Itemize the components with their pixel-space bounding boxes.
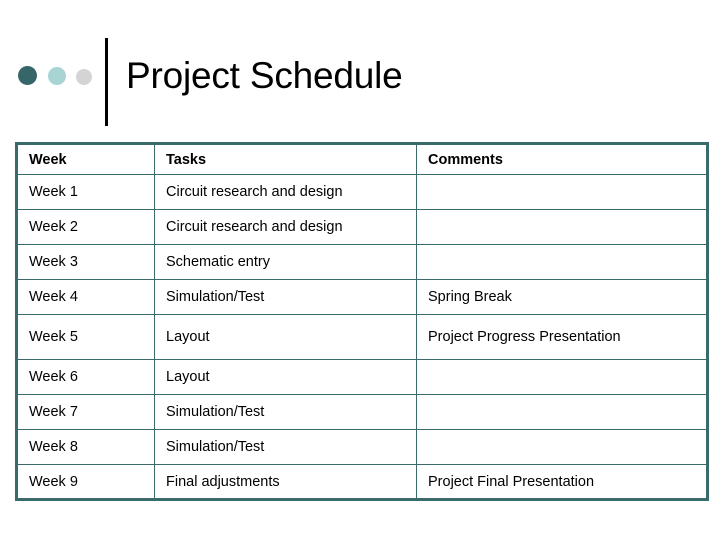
decorative-dots-group — [18, 66, 94, 86]
cell-week: Week 7 — [16, 394, 155, 430]
page-title: Project Schedule — [126, 55, 403, 96]
table-header-row: Week Tasks Comments — [16, 143, 708, 175]
dot-dark-teal-icon — [18, 66, 37, 85]
title-divider-rule — [105, 38, 108, 126]
table-row: Week 2 Circuit research and design — [16, 209, 708, 245]
cell-task: Circuit research and design — [154, 209, 417, 245]
cell-week: Week 3 — [16, 244, 155, 280]
table-row: Week 5 Layout Project Progress Presentat… — [16, 314, 708, 360]
cell-task: Final adjustments — [154, 464, 417, 500]
cell-comment — [416, 394, 708, 430]
cell-week: Week 1 — [16, 174, 155, 210]
dot-light-gray-icon — [76, 69, 92, 85]
column-header-tasks: Tasks — [154, 143, 417, 175]
schedule-table-container: Week Tasks Comments Week 1 Circuit resea… — [15, 142, 709, 509]
table-row: Week 8 Simulation/Test — [16, 429, 708, 465]
cell-task: Simulation/Test — [154, 394, 417, 430]
cell-week: Week 9 — [16, 464, 155, 500]
column-header-comments: Comments — [416, 143, 708, 175]
cell-task: Circuit research and design — [154, 174, 417, 210]
table-row: Week 3 Schematic entry — [16, 244, 708, 280]
slide-title-block: Project Schedule — [0, 0, 720, 132]
slide-canvas: Project Schedule Week Tasks Comments Wee… — [0, 0, 720, 540]
table-row: Week 9 Final adjustments Project Final P… — [16, 464, 708, 500]
cell-comment — [416, 209, 708, 245]
cell-task: Layout — [154, 314, 417, 360]
cell-week: Week 4 — [16, 279, 155, 315]
cell-comment: Spring Break — [416, 279, 708, 315]
table-row: Week 4 Simulation/Test Spring Break — [16, 279, 708, 315]
dot-light-teal-icon — [48, 67, 66, 85]
cell-task: Simulation/Test — [154, 279, 417, 315]
cell-comment — [416, 244, 708, 280]
cell-week: Week 8 — [16, 429, 155, 465]
cell-task: Simulation/Test — [154, 429, 417, 465]
table-row: Week 1 Circuit research and design — [16, 174, 708, 210]
column-header-week: Week — [16, 143, 155, 175]
cell-task: Layout — [154, 359, 417, 395]
cell-comment — [416, 174, 708, 210]
table-row: Week 7 Simulation/Test — [16, 394, 708, 430]
cell-week: Week 2 — [16, 209, 155, 245]
cell-comment: Project Final Presentation — [416, 464, 708, 500]
cell-comment — [416, 429, 708, 465]
cell-comment — [416, 359, 708, 395]
cell-comment: Project Progress Presentation — [416, 314, 708, 360]
schedule-table: Week Tasks Comments Week 1 Circuit resea… — [15, 142, 709, 501]
cell-week: Week 5 — [16, 314, 155, 360]
cell-week: Week 6 — [16, 359, 155, 395]
cell-task: Schematic entry — [154, 244, 417, 280]
table-row: Week 6 Layout — [16, 359, 708, 395]
